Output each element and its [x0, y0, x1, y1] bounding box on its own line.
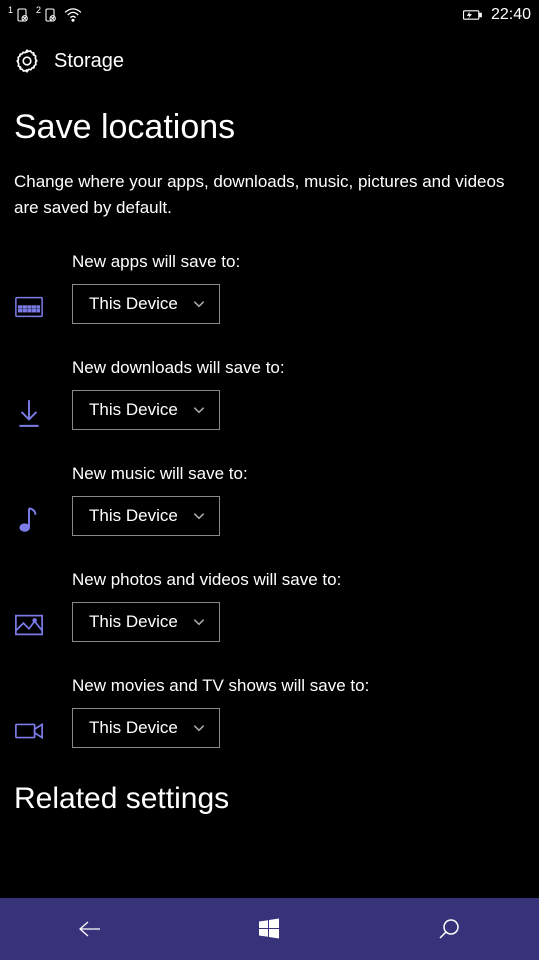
chevron-down-icon — [192, 297, 206, 311]
setting-apps: New apps will save to: This Device — [14, 252, 525, 324]
chevron-down-icon — [192, 721, 206, 735]
movies-dropdown-value: This Device — [89, 718, 178, 738]
page-title: Save locations — [14, 108, 525, 147]
wifi-icon — [64, 8, 82, 22]
app-title: Storage — [54, 50, 124, 73]
music-dropdown-value: This Device — [89, 506, 178, 526]
chevron-down-icon — [192, 615, 206, 629]
photos-dropdown-value: This Device — [89, 612, 178, 632]
chevron-down-icon — [192, 403, 206, 417]
battery-icon — [461, 8, 483, 22]
music-dropdown[interactable]: This Device — [72, 496, 220, 536]
start-button[interactable] — [239, 909, 299, 949]
sim1-label: 1 — [8, 5, 13, 15]
apps-dropdown-value: This Device — [89, 294, 178, 314]
gear-icon — [14, 48, 40, 74]
movies-dropdown[interactable]: This Device — [72, 708, 220, 748]
related-settings-heading: Related settings — [14, 782, 525, 816]
downloads-label: New downloads will save to: — [72, 358, 525, 378]
setting-movies: New movies and TV shows will save to: Th… — [14, 676, 525, 748]
download-icon — [14, 398, 44, 428]
nav-bar — [0, 898, 539, 960]
back-icon — [76, 918, 104, 940]
page-subtitle: Change where your apps, downloads, music… — [14, 169, 525, 220]
time: 22:40 — [491, 6, 531, 24]
apps-label: New apps will save to: — [72, 252, 525, 272]
chevron-down-icon — [192, 509, 206, 523]
sim1-icon: 1 — [8, 7, 30, 23]
sim2-icon: 2 — [36, 7, 58, 23]
movies-label: New movies and TV shows will save to: — [72, 676, 525, 696]
setting-downloads: New downloads will save to: This Device — [14, 358, 525, 430]
photos-icon — [14, 610, 44, 640]
search-button[interactable] — [419, 909, 479, 949]
apps-icon — [14, 292, 44, 322]
setting-photos: New photos and videos will save to: This… — [14, 570, 525, 642]
app-header: Storage — [0, 30, 539, 92]
status-right: 22:40 — [461, 6, 531, 24]
music-icon — [14, 504, 44, 534]
search-icon — [437, 917, 461, 941]
status-left: 1 2 — [8, 7, 82, 23]
video-icon — [14, 716, 44, 746]
music-label: New music will save to: — [72, 464, 525, 484]
content: Save locations Change where your apps, d… — [0, 92, 539, 816]
windows-icon — [257, 917, 281, 941]
downloads-dropdown-value: This Device — [89, 400, 178, 420]
sim2-label: 2 — [36, 5, 41, 15]
setting-music: New music will save to: This Device — [14, 464, 525, 536]
back-button[interactable] — [60, 909, 120, 949]
apps-dropdown[interactable]: This Device — [72, 284, 220, 324]
downloads-dropdown[interactable]: This Device — [72, 390, 220, 430]
status-bar: 1 2 22:40 — [0, 0, 539, 30]
photos-dropdown[interactable]: This Device — [72, 602, 220, 642]
photos-label: New photos and videos will save to: — [72, 570, 525, 590]
